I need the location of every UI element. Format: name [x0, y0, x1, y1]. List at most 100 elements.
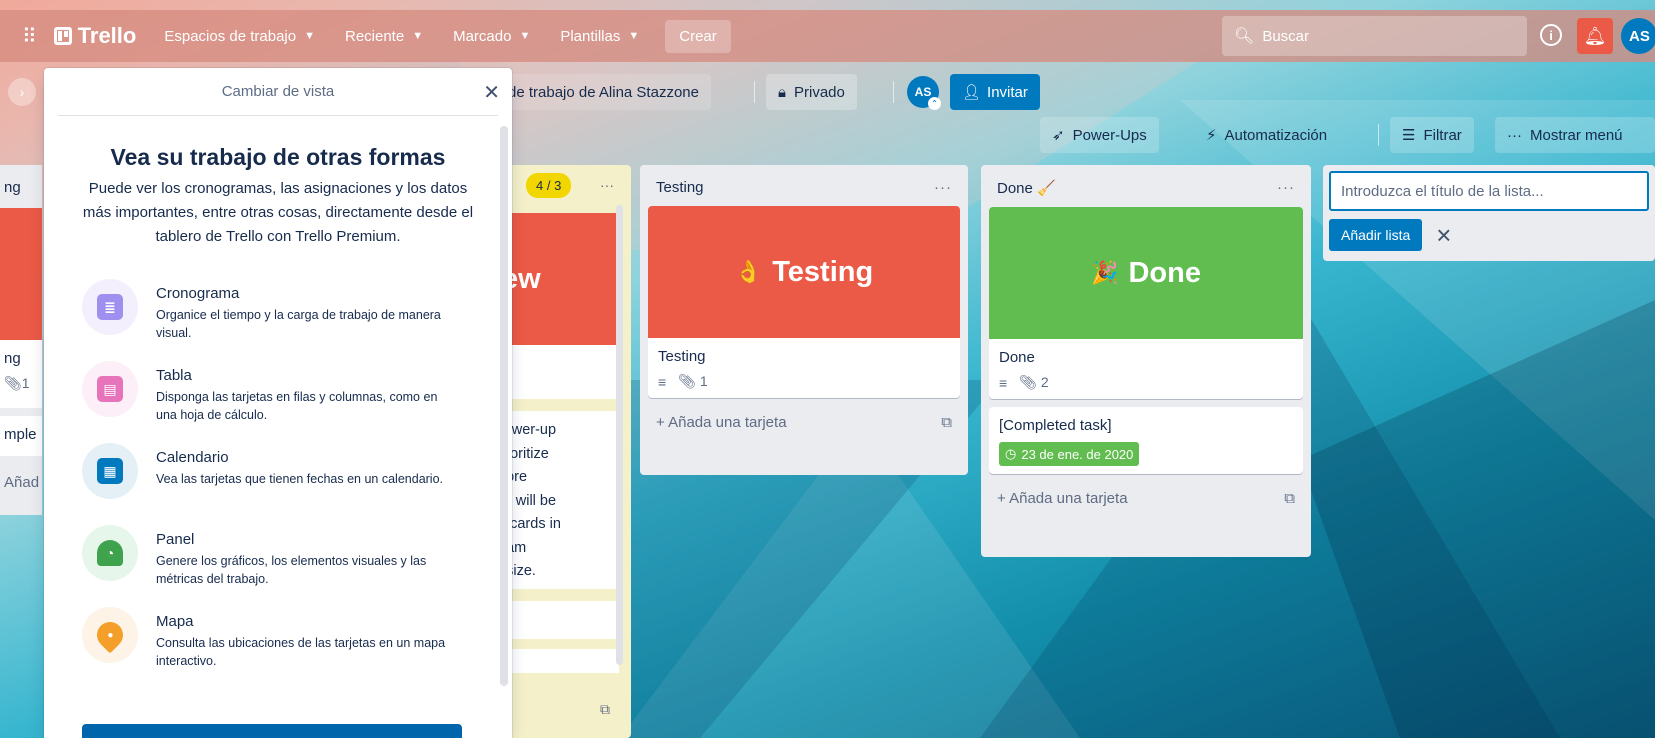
feature-description: Consulta las ubicaciones de las tarjetas… [156, 636, 446, 668]
notifications-bell-icon[interactable]: 🔔︎ [1577, 18, 1613, 54]
description-icon: ≡ [999, 374, 1008, 391]
feature-description: Disponga las tarjetas en filas y columna… [156, 390, 438, 422]
card-title: mple [4, 426, 37, 443]
create-button[interactable]: Crear [665, 19, 731, 53]
add-card-button[interactable]: + Añada una tarjeta [656, 414, 787, 431]
top-navigation-bar: ⠿ Trello Espacios de trabajo ▼ Reciente … [0, 10, 1655, 62]
invite-button[interactable]: 👤︎ Invitar [950, 74, 1040, 110]
panel-header-title: Cambiar de vista [221, 83, 335, 100]
attachment-badge: 📎︎ 2 [1019, 374, 1049, 390]
member-avatar[interactable]: AS ⌃ [907, 76, 941, 110]
filter-label: Filtrar [1423, 126, 1462, 144]
add-card-button[interactable]: + Añada una tarjeta [997, 490, 1128, 507]
list-scrollbar[interactable] [616, 205, 623, 665]
composer-actions: Añadir lista × [1329, 219, 1649, 251]
filter-button[interactable]: ☰ Filtrar [1390, 117, 1474, 153]
trello-logo[interactable]: Trello [50, 23, 147, 49]
card-cover: 👌 Testing [648, 206, 960, 338]
user-avatar[interactable]: AS [1621, 18, 1655, 54]
more-icon: ··· [1507, 126, 1522, 144]
invite-label: Invitar [987, 83, 1028, 101]
party-popper-emoji: 🎉 [1091, 260, 1119, 285]
add-card-link[interactable]: Añad [0, 456, 42, 491]
template-icon[interactable]: ⧉ [1284, 490, 1295, 507]
list-menu-icon[interactable]: ··· [1277, 179, 1295, 197]
show-menu-button[interactable]: ··· Mostrar menú [1495, 117, 1655, 153]
card-body: Testing ≡ 📎︎ 1 [648, 338, 960, 398]
wip-limit-badge: 4 / 3 [526, 173, 572, 198]
feature-title: Calendario [156, 449, 229, 466]
add-card-row: + Añada una tarjeta ⧉ [989, 482, 1303, 515]
card-badges: ≡ 📎︎ 1 [658, 373, 950, 390]
apps-grid-icon[interactable]: ⠿ [14, 20, 44, 53]
card[interactable]: 🎉 Done Done ≡ 📎︎ 2 [989, 207, 1303, 399]
list-title-input[interactable] [1329, 171, 1649, 211]
add-person-icon: 👤︎ [962, 84, 982, 101]
lock-icon: 🔒︎ [778, 83, 786, 101]
feature-calendar[interactable]: ▦ Calendario Vea las tarjetas que tienen… [82, 443, 512, 525]
paperclip-icon: 📎︎ [4, 375, 22, 391]
templates-menu[interactable]: Plantillas ▼ [548, 21, 651, 52]
close-icon[interactable]: × [1436, 222, 1451, 248]
workspaces-menu[interactable]: Espacios de trabajo ▼ [152, 21, 327, 52]
search-input[interactable]: 🔍︎ Buscar [1222, 16, 1527, 56]
feature-map[interactable]: ● Mapa Consulta las ubicaciones de las t… [82, 607, 512, 689]
card[interactable]: ng 📎︎1 [0, 340, 42, 408]
add-card-row: + Añada una tarjeta ⧉ [648, 406, 960, 439]
powerups-button[interactable]: ➶ Power-Ups [1040, 117, 1159, 153]
upgrade-button[interactable] [82, 724, 462, 738]
starred-menu[interactable]: Marcado ▼ [441, 21, 542, 52]
visibility-button[interactable]: 🔒︎ Privado [766, 74, 857, 110]
trello-logo-icon [53, 27, 72, 45]
chevron-down-icon: ▼ [628, 30, 640, 42]
workspace-chip[interactable]: de trabajo de Alina Stazzone [498, 74, 711, 110]
panel-scrollbar[interactable] [500, 126, 508, 686]
template-icon[interactable]: ⧉ [941, 414, 952, 431]
feature-title: Mapa [156, 613, 194, 630]
show-menu-label: Mostrar menú [1530, 126, 1623, 144]
cover-label: Done [1128, 256, 1201, 289]
workspace-name: de trabajo de Alina Stazzone [508, 83, 699, 101]
template-icon[interactable]: ⧉ [600, 701, 610, 718]
due-date-badge[interactable]: ◷ 23 de ene. de 2020 [999, 442, 1140, 466]
list-menu-icon[interactable]: ··· [934, 179, 952, 196]
feature-timeline[interactable]: ≣ Cronograma Organice el tiempo y la car… [82, 279, 512, 361]
feature-description: Genere los gráficos, los elementos visua… [156, 554, 427, 586]
recent-menu[interactable]: Reciente ▼ [333, 21, 435, 52]
list-title[interactable]: Done 🧹 [997, 179, 1056, 197]
card[interactable]: [Completed task] ◷ 23 de ene. de 2020 [989, 407, 1303, 474]
visibility-label: Privado [793, 83, 845, 101]
workspaces-label: Espacios de trabajo [164, 27, 297, 45]
chevron-down-icon: ▼ [412, 30, 424, 42]
feature-title: Panel [156, 531, 195, 548]
card-body: Done ≡ 📎︎ 2 [989, 339, 1303, 399]
panel-header: Cambiar de vista ✕ [58, 68, 500, 116]
feature-list: ≣ Cronograma Organice el tiempo y la car… [44, 279, 512, 689]
ok-hand-emoji: 👌 [734, 259, 763, 284]
header-divider [893, 81, 894, 103]
feature-table[interactable]: ▤ Tabla Disponga las tarjetas en filas y… [82, 361, 512, 443]
add-list-button[interactable]: Añadir lista [1329, 219, 1423, 251]
templates-label: Plantillas [560, 27, 621, 45]
card-cover: 🎉 Done [989, 207, 1303, 339]
card[interactable]: 👌 Testing Testing ≡ 📎︎ 1 [648, 206, 960, 398]
search-placeholder: Buscar [1262, 27, 1309, 45]
info-icon[interactable]: i [1540, 24, 1562, 46]
attachment-badge: 📎︎1 [4, 375, 30, 391]
attachment-badge: 📎︎ 1 [678, 373, 708, 389]
logo-text: Trello [77, 23, 137, 48]
close-icon[interactable]: ✕ [483, 80, 500, 105]
chevron-down-icon: ▼ [519, 30, 531, 42]
automation-button[interactable]: ⚡︎ Automatización [1194, 117, 1339, 153]
calendar-icon: ▦ [82, 443, 138, 499]
rocket-icon: ➶ [1052, 127, 1065, 144]
feature-dashboard[interactable]: ◔ Panel Genere los gráficos, los element… [82, 525, 512, 607]
list-menu-icon[interactable]: ··· [600, 177, 614, 193]
list-title: ng [4, 179, 21, 196]
card[interactable]: mple [0, 416, 42, 456]
paperclip-icon: 📎︎ [1019, 374, 1037, 390]
change-view-panel: Cambiar de vista ✕ Vea su trabajo de otr… [44, 68, 512, 738]
list-title[interactable]: Testing [656, 179, 704, 196]
description-icon: ≡ [658, 373, 667, 390]
sidebar-expand-button[interactable]: › [8, 78, 36, 106]
